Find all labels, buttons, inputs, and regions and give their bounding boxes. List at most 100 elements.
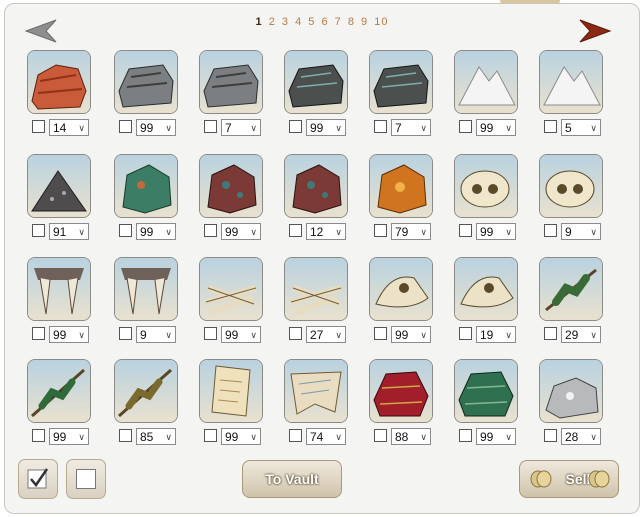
tattered-cloth-icon[interactable] [284,359,348,423]
skull-icon[interactable] [454,154,518,218]
item-quantity-select[interactable]: 99 ∨ [476,119,516,136]
item-checkbox[interactable] [459,429,472,442]
grey-stone-icon[interactable] [114,50,178,114]
item-quantity-select[interactable]: 99 ∨ [476,223,516,240]
item-quantity-select[interactable]: 7 ∨ [221,119,261,136]
item-quantity-value: 99 [140,225,154,239]
dark-stone-icon[interactable] [284,50,348,114]
chevron-down-icon: ∨ [78,123,85,133]
item-quantity-select[interactable]: 7 ∨ [391,119,431,136]
bone-pile-icon[interactable] [284,257,348,321]
item-quantity-select[interactable]: 88 ∨ [391,428,431,445]
item-checkbox[interactable] [544,224,557,237]
green-ore-icon[interactable] [114,154,178,218]
item-checkbox[interactable] [544,327,557,340]
beak-skull-icon[interactable] [454,257,518,321]
red-rock-icon[interactable] [27,50,91,114]
fang-jaw-icon[interactable] [114,257,178,321]
item-quantity-select[interactable]: 99 ∨ [391,326,431,343]
item-quantity-select[interactable]: 14 ∨ [49,119,89,136]
salt-pile-icon[interactable] [454,50,518,114]
beak-skull-icon[interactable] [369,257,433,321]
item-quantity-select[interactable]: 79 ∨ [391,223,431,240]
item-checkbox[interactable] [119,327,132,340]
gravel-pile-icon[interactable] [27,154,91,218]
item-checkbox[interactable] [374,327,387,340]
item-checkbox[interactable] [32,224,45,237]
item-checkbox[interactable] [32,429,45,442]
silver-ore-icon[interactable] [539,359,603,423]
fang-jaw-icon[interactable] [27,257,91,321]
item-quantity-select[interactable]: 74 ∨ [306,428,346,445]
item-checkbox[interactable] [544,429,557,442]
olive-branch-icon[interactable] [114,359,178,423]
to-vault-button[interactable]: To Vault [242,460,342,498]
item-cell: 99 ∨ [284,50,348,140]
sell-button[interactable]: Sell [519,460,619,498]
item-quantity-value: 74 [310,430,324,444]
item-checkbox[interactable] [204,120,217,133]
item-checkbox[interactable] [32,327,45,340]
item-quantity-select[interactable]: 99 ∨ [136,119,176,136]
item-checkbox[interactable] [459,224,472,237]
item-checkbox[interactable] [204,327,217,340]
chevron-down-icon: ∨ [250,432,257,442]
item-quantity-select[interactable]: 85 ∨ [136,428,176,445]
amber-ore-icon[interactable] [369,154,433,218]
item-checkbox[interactable] [32,120,45,133]
item-quantity-value: 12 [310,225,324,239]
item-checkbox[interactable] [374,120,387,133]
grey-stone-icon[interactable] [199,50,263,114]
item-checkbox[interactable] [119,120,132,133]
chevron-down-icon: ∨ [78,227,85,237]
item-quantity-select[interactable]: 28 ∨ [561,428,601,445]
item-checkbox[interactable] [119,429,132,442]
item-quantity-select[interactable]: 29 ∨ [561,326,601,343]
item-quantity-select[interactable]: 91 ∨ [49,223,89,240]
skull-icon[interactable] [539,154,603,218]
item-quantity-value: 99 [225,430,239,444]
item-checkbox[interactable] [204,429,217,442]
item-quantity-value: 99 [53,430,67,444]
green-branch-icon[interactable] [27,359,91,423]
item-checkbox[interactable] [289,120,302,133]
item-checkbox[interactable] [289,224,302,237]
item-quantity-select[interactable]: 99 ∨ [221,223,261,240]
select-all-button[interactable] [18,459,58,499]
red-ore-icon[interactable] [199,154,263,218]
deselect-all-button[interactable] [66,459,106,499]
green-cloth-icon[interactable] [454,359,518,423]
item-quantity-value: 14 [53,121,67,135]
red-cloth-icon[interactable] [369,359,433,423]
item-quantity-select[interactable]: 99 ∨ [221,428,261,445]
item-quantity-select[interactable]: 5 ∨ [561,119,601,136]
red-ore-icon[interactable] [284,154,348,218]
item-quantity-select[interactable]: 19 ∨ [476,326,516,343]
item-quantity-select[interactable]: 12 ∨ [306,223,346,240]
item-quantity-select[interactable]: 99 ∨ [306,119,346,136]
item-checkbox[interactable] [119,224,132,237]
item-quantity-select[interactable]: 99 ∨ [476,428,516,445]
scroll-icon[interactable] [199,359,263,423]
bone-pile-icon[interactable] [199,257,263,321]
item-quantity-value: 99 [310,121,324,135]
dark-stone-icon[interactable] [369,50,433,114]
item-quantity-select[interactable]: 99 ∨ [49,428,89,445]
item-checkbox[interactable] [289,327,302,340]
item-checkbox[interactable] [459,327,472,340]
sell-label: Sell [565,471,591,487]
item-quantity-select[interactable]: 99 ∨ [221,326,261,343]
item-checkbox[interactable] [289,429,302,442]
item-checkbox[interactable] [544,120,557,133]
item-quantity-select[interactable]: 99 ∨ [49,326,89,343]
item-quantity-select[interactable]: 27 ∨ [306,326,346,343]
item-quantity-select[interactable]: 9 ∨ [136,326,176,343]
item-checkbox[interactable] [204,224,217,237]
item-quantity-select[interactable]: 9 ∨ [561,223,601,240]
salt-pile-icon[interactable] [539,50,603,114]
item-quantity-select[interactable]: 99 ∨ [136,223,176,240]
pine-branch-icon[interactable] [539,257,603,321]
item-checkbox[interactable] [374,429,387,442]
item-checkbox[interactable] [374,224,387,237]
item-checkbox[interactable] [459,120,472,133]
